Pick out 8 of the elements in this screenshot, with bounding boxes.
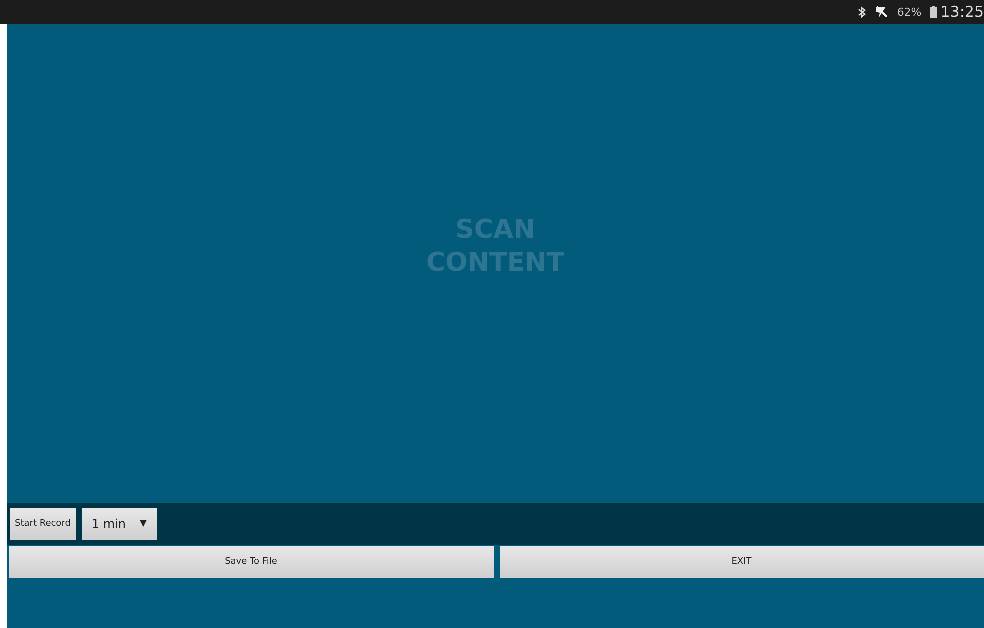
exit-button[interactable]: EXIT: [500, 546, 984, 578]
save-to-file-button[interactable]: Save To File: [9, 546, 494, 578]
duration-dropdown[interactable]: 1 min ▼: [82, 508, 157, 540]
battery-percent: 62%: [897, 6, 922, 18]
battery-icon: [930, 6, 937, 18]
bluetooth-icon: [858, 6, 868, 18]
start-record-button[interactable]: Start Record: [10, 508, 76, 540]
clock-time: 13:25: [940, 3, 984, 21]
